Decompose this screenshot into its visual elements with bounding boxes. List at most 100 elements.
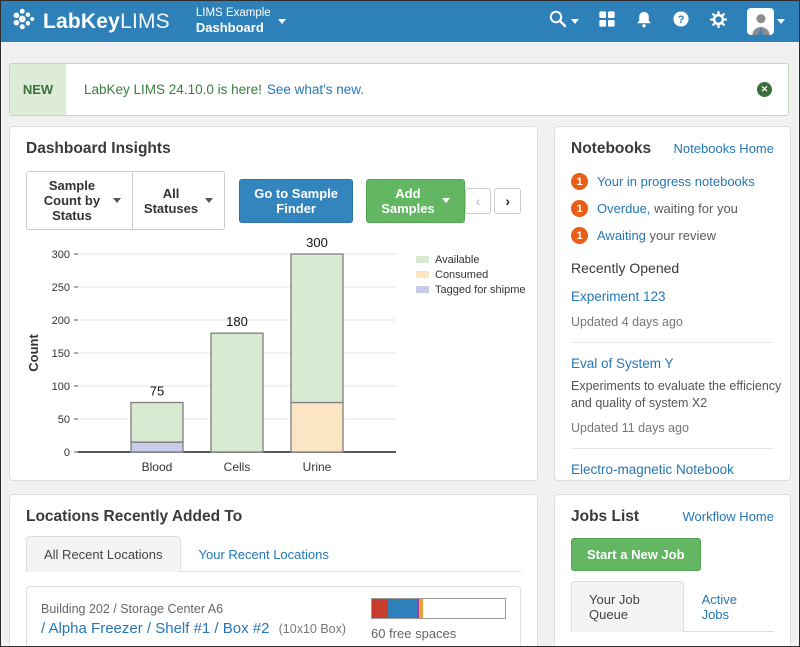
pager-prev-button[interactable]: ‹ — [465, 188, 492, 214]
awaiting-review-link[interactable]: Awaiting — [597, 228, 646, 243]
location-path: Building 202 / Storage Center A6 / Alpha… — [41, 602, 346, 637]
release-banner: NEW LabKey LIMS 24.10.0 is here! See wha… — [9, 63, 789, 116]
chart-pager: ‹ › — [465, 188, 521, 214]
logo-dots-icon — [11, 6, 37, 37]
notebook-link[interactable]: Electro-magnetic Notebook — [571, 462, 734, 477]
svg-text:180: 180 — [226, 314, 248, 329]
overdue-notebooks-link[interactable]: Overdue, — [597, 201, 650, 216]
location-parent-path: Building 202 / Storage Center A6 — [41, 602, 346, 616]
free-spaces-label: 60 free spaces — [371, 626, 506, 641]
page-content: NEW LabKey LIMS 24.10.0 is here! See wha… — [1, 42, 799, 647]
current-page-name: Dashboard — [196, 21, 271, 36]
svg-text:100: 100 — [52, 381, 70, 393]
notebook-link[interactable]: Eval of System Y — [571, 356, 674, 371]
tab-active-jobs[interactable]: Active Jobs — [684, 581, 774, 632]
top-nav-icons: ? — [548, 8, 785, 35]
chart-container: 05010015020025030075Blood180Cells300Urin… — [26, 238, 521, 481]
svg-text:Tagged for shipment: Tagged for shipment — [435, 284, 525, 296]
status-filter-dropdown[interactable]: All Statuses — [132, 171, 225, 230]
location-box-size: (10x10 Box) — [279, 622, 346, 636]
user-menu-button[interactable] — [747, 8, 785, 35]
svg-text:0: 0 — [64, 447, 70, 459]
fill-segment — [372, 599, 388, 618]
settings-button[interactable] — [709, 10, 728, 34]
alert-rest-text: your review — [646, 228, 716, 243]
gear-icon — [709, 10, 728, 34]
search-icon — [548, 9, 568, 34]
storage-fill-bar — [371, 598, 506, 619]
project-menu[interactable]: LIMS Example Dashboard — [196, 7, 286, 35]
chevron-down-icon — [113, 198, 121, 203]
svg-text:Count: Count — [26, 334, 41, 372]
notebook-updated: Updated 4 days ago — [571, 315, 774, 329]
location-link[interactable]: / Alpha Freezer / Shelf #1 / Box #2 — [41, 620, 269, 637]
add-samples-button[interactable]: Add Samples — [366, 179, 464, 223]
svg-text:200: 200 — [52, 315, 70, 327]
close-icon[interactable]: ✕ — [757, 82, 772, 97]
notebook-link[interactable]: Experiment 123 — [571, 289, 666, 304]
insights-toolbar: Sample Count by Status All Statuses Go t… — [26, 171, 521, 230]
list-item: 1 Awaiting your review — [571, 227, 774, 244]
new-badge: NEW — [10, 64, 66, 115]
brand-name: LabKeyLIMS — [43, 10, 170, 34]
svg-text:Blood: Blood — [142, 460, 173, 474]
location-card: Building 202 / Storage Center A6 / Alpha… — [26, 586, 521, 647]
labkey-logo[interactable]: LabKeyLIMS — [11, 6, 170, 37]
dashboard-grid: Dashboard Insights Sample Count by Statu… — [9, 126, 789, 647]
list-item: 1 Your in progress notebooks — [571, 173, 774, 190]
add-samples-label: Add Samples — [381, 186, 434, 216]
svg-text:75: 75 — [150, 384, 164, 399]
recent-notebooks-list: Experiment 123 Updated 4 days ago Eval o… — [571, 276, 774, 481]
notebooks-panel: Notebooks Notebooks Home 1 Your in progr… — [554, 126, 791, 481]
app-window: LabKeyLIMS LIMS Example Dashboard — [0, 0, 800, 647]
svg-text:Available: Available — [435, 254, 479, 266]
fill-segment — [419, 599, 423, 618]
pager-next-button[interactable]: › — [494, 188, 521, 214]
locations-title: Locations Recently Added To — [26, 508, 521, 526]
svg-text:250: 250 — [52, 282, 70, 294]
svg-text:50: 50 — [58, 414, 70, 426]
count-badge: 1 — [571, 227, 588, 244]
release-message: LabKey LIMS 24.10.0 is here! — [84, 82, 262, 97]
top-navigation-bar: LabKeyLIMS LIMS Example Dashboard — [1, 1, 799, 42]
svg-text:Consumed: Consumed — [435, 269, 488, 281]
brand-bold: LabKey — [43, 10, 120, 33]
list-item: Experiment 123 Updated 4 days ago — [571, 276, 774, 342]
count-badge: 1 — [571, 173, 588, 190]
notebooks-home-link[interactable]: Notebooks Home — [674, 141, 774, 156]
recently-opened-heading: Recently Opened — [571, 260, 774, 276]
insights-title: Dashboard Insights — [26, 140, 521, 158]
search-button[interactable] — [548, 9, 579, 34]
svg-text:Cells: Cells — [224, 460, 251, 474]
fill-segment — [388, 599, 417, 618]
notifications-button[interactable] — [635, 10, 653, 34]
count-badge: 1 — [571, 200, 588, 217]
locations-tabs: All Recent Locations Your Recent Locatio… — [26, 536, 521, 572]
sample-count-chart[interactable]: 05010015020025030075Blood180Cells300Urin… — [26, 238, 525, 481]
whats-new-link[interactable]: See what's new. — [267, 82, 364, 97]
help-button[interactable]: ? — [672, 10, 690, 33]
start-new-job-button[interactable]: Start a New Job — [571, 538, 701, 571]
notebook-updated: Updated 11 days ago — [571, 421, 774, 435]
tab-all-recent-locations[interactable]: All Recent Locations — [26, 536, 181, 572]
notebooks-title: Notebooks — [571, 140, 651, 158]
storage-capacity: 60 free spaces — [371, 598, 506, 641]
apps-menu-button[interactable] — [598, 10, 616, 33]
svg-text:300: 300 — [52, 249, 70, 261]
brand-light: LIMS — [120, 10, 170, 33]
chevron-down-icon — [442, 198, 450, 203]
chart-type-dropdown[interactable]: Sample Count by Status — [26, 171, 133, 230]
alert-rest-text: waiting for you — [650, 201, 737, 216]
svg-text:?: ? — [678, 14, 685, 26]
in-progress-notebooks-link[interactable]: Your in progress notebooks — [597, 174, 755, 189]
list-item: 1 Overdue, waiting for you — [571, 200, 774, 217]
status-filter-value: All Statuses — [144, 186, 198, 216]
jobs-panel: Jobs List Workflow Home Start a New Job … — [554, 494, 791, 647]
tab-your-job-queue[interactable]: Your Job Queue — [571, 581, 684, 632]
help-icon: ? — [672, 10, 690, 33]
sample-finder-button[interactable]: Go to Sample Finder — [239, 179, 353, 223]
chevron-down-icon — [278, 19, 286, 24]
workflow-home-link[interactable]: Workflow Home — [682, 509, 774, 524]
notebook-description: Experiments to evaluate the efficiency a… — [571, 378, 786, 412]
tab-your-recent-locations[interactable]: Your Recent Locations — [181, 536, 347, 572]
